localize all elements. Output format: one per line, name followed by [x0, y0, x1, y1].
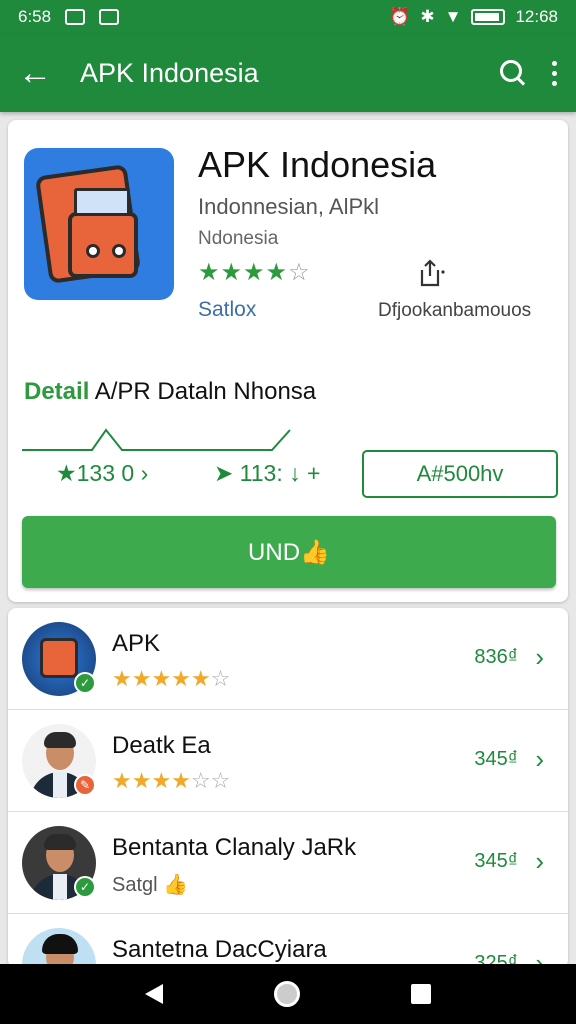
item-name: APK: [112, 630, 161, 657]
battery-icon: [471, 9, 506, 25]
item-name: Bentanta Clanaly JaRk: [112, 834, 357, 861]
item-price: 836₫: [474, 646, 518, 668]
list-item[interactable]: Santetna DacCyiara 325₫ ›: [8, 914, 568, 968]
avatar: [22, 928, 96, 968]
status-time-right: 12:68: [515, 7, 558, 26]
stat-rating: ★133 0 ›: [56, 460, 149, 486]
item-subtitle: Satgl 👍: [112, 874, 189, 896]
edit-icon: ✎: [74, 774, 96, 796]
app-category: Ndonesia: [198, 228, 279, 249]
item-rating: ★★★★★☆: [112, 666, 231, 691]
install-button[interactable]: UND👍: [22, 516, 556, 588]
app-bar-title: APK Indonesia: [80, 57, 259, 88]
share-icon[interactable]: [418, 258, 446, 288]
app-icon: [24, 148, 174, 300]
app-subtitle: Indonnesian, AlPkl: [198, 194, 380, 219]
nav-recents-icon[interactable]: [410, 984, 431, 1004]
list-item[interactable]: ✓ Bentanta Clanaly JaRk Satgl 👍 345₫ ›: [8, 812, 568, 914]
wifi-icon: ▼: [444, 7, 462, 26]
item-price: 345₫: [474, 748, 518, 770]
item-name: Deatk Ea: [112, 732, 211, 759]
verified-icon: ✓: [74, 876, 96, 898]
related-list: ✓ APK ★★★★★☆ 836₫ › ✎ Deatk Ea ★★★★☆☆ 34…: [8, 608, 568, 968]
app-title: APK Indonesia: [198, 144, 437, 185]
chevron-right-icon[interactable]: ›: [535, 744, 544, 775]
back-arrow-icon[interactable]: ←: [18, 56, 58, 90]
price-button[interactable]: A#500hv: [362, 450, 558, 498]
item-price: 345₫: [474, 850, 518, 872]
notification-icon-2: [99, 9, 120, 25]
app-detail-card: APK Indonesia Indonnesian, AlPkl Ndonesi…: [8, 120, 568, 602]
stat-downloads: ➤ 113: ↓ +: [214, 460, 321, 486]
trend-graph: [22, 428, 291, 451]
status-time-left: 6:58: [18, 7, 52, 26]
app-bar: ← APK Indonesia: [0, 34, 576, 112]
system-nav-bar: [0, 964, 576, 1024]
search-icon[interactable]: [500, 60, 526, 86]
item-rating: ★★★★☆☆: [112, 768, 231, 793]
chevron-right-icon[interactable]: ›: [535, 642, 544, 673]
item-name: Santetna DacCyiara: [112, 936, 327, 963]
app-link[interactable]: Satlox: [198, 298, 256, 322]
status-bar: 6:58 ⏰ ✱ ▼ 12:68: [0, 0, 576, 34]
alarm-icon: ⏰: [389, 7, 411, 26]
nav-home-icon[interactable]: [273, 981, 300, 1007]
notification-icon: [65, 9, 86, 25]
detail-heading: Detail A/PR Dataln Nhonsa: [24, 378, 317, 405]
more-vert-icon[interactable]: [552, 60, 558, 86]
list-item[interactable]: ✓ APK ★★★★★☆ 836₫ ›: [8, 608, 568, 710]
verified-icon: ✓: [74, 672, 96, 694]
app-developer[interactable]: Dfjookanbamouos: [378, 300, 531, 322]
list-item[interactable]: ✎ Deatk Ea ★★★★☆☆ 345₫ ›: [8, 710, 568, 812]
nav-back-icon[interactable]: [145, 984, 164, 1004]
chevron-right-icon[interactable]: ›: [535, 846, 544, 877]
bluetooth-icon: ✱: [420, 7, 435, 26]
app-rating: ★★★★☆: [198, 259, 311, 286]
